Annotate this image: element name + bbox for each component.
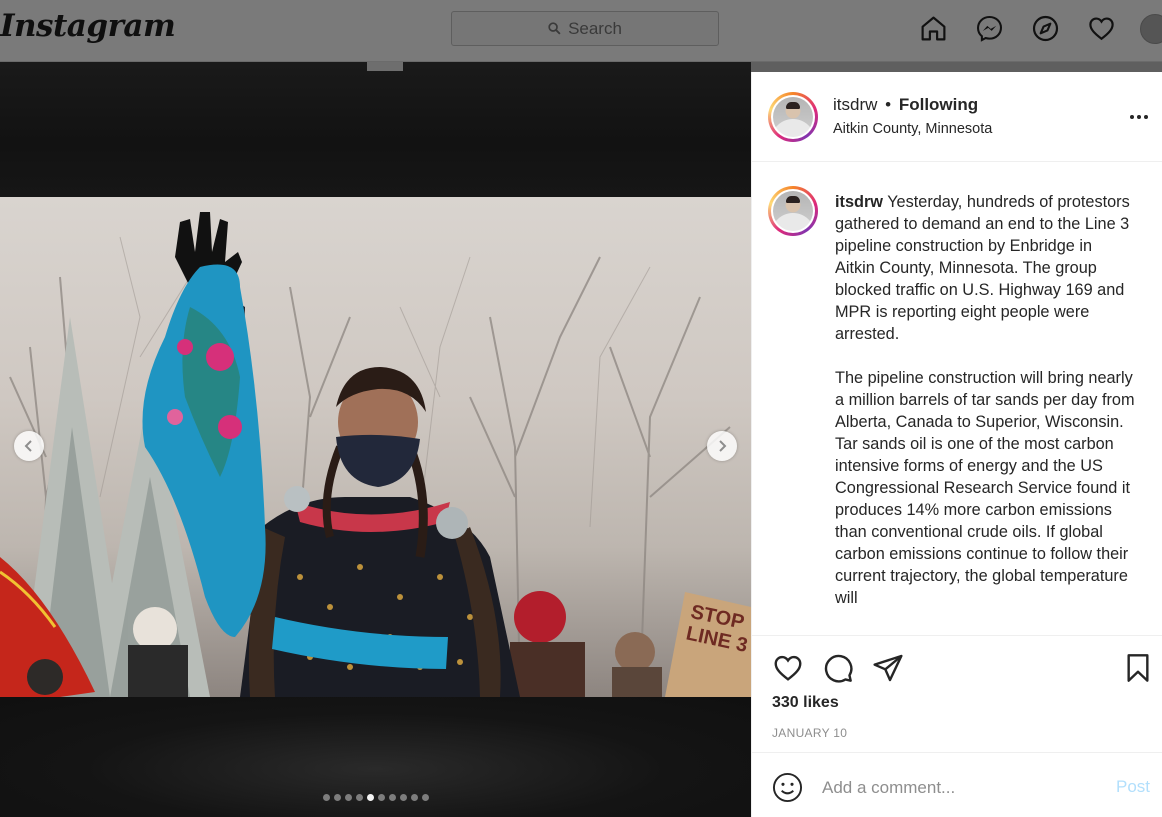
- photo-backdrop-top: [0, 62, 751, 197]
- post-photo: STOP LINE 3: [0, 197, 751, 697]
- emoji-icon[interactable]: [772, 772, 803, 803]
- carousel-dot: [355, 794, 363, 801]
- carousel-dot: [377, 794, 385, 801]
- bookmark-icon: [1127, 654, 1149, 682]
- carousel-dot: [410, 794, 418, 801]
- search-icon: [548, 22, 561, 35]
- heart-icon: [774, 655, 802, 681]
- comment-input[interactable]: [822, 775, 1102, 801]
- post-header: itsdrw • Following Aitkin County, Minnes…: [752, 72, 1162, 162]
- post-actions: 330 likes JANUARY 10: [752, 635, 1162, 753]
- instagram-post-modal: Instagram Search STOP LINE 3 itsdrw • Fo…: [0, 0, 1162, 817]
- post-comment-button[interactable]: Post: [1116, 777, 1150, 797]
- carousel-dot: [388, 794, 396, 801]
- separator-dot: •: [885, 95, 892, 114]
- post-media: STOP LINE 3: [0, 62, 751, 817]
- add-comment-bar: Post: [752, 752, 1162, 817]
- carousel-dot: [399, 794, 407, 801]
- profile-avatar[interactable]: [1140, 14, 1162, 44]
- post-caption: itsdrw Yesterday, hundreds of protestors…: [835, 191, 1135, 631]
- protest-photo-illustration: [0, 212, 751, 697]
- chevron-right-icon: [719, 440, 727, 452]
- post-details-panel: itsdrw • Following Aitkin County, Minnes…: [751, 72, 1162, 817]
- search-box[interactable]: Search: [451, 11, 719, 46]
- more-icon-dot: [1144, 115, 1148, 119]
- activity-button[interactable]: [1087, 13, 1116, 43]
- post-location[interactable]: Aitkin County, Minnesota: [833, 121, 992, 137]
- caption-username[interactable]: itsdrw: [835, 193, 883, 211]
- carousel-dot: [344, 794, 352, 801]
- more-icon-dot: [1137, 115, 1141, 119]
- more-icon-dot: [1130, 115, 1134, 119]
- carousel-indicator: [0, 794, 751, 801]
- caption-paragraph: The pipeline construction will bring nea…: [835, 369, 1135, 607]
- messenger-icon: [976, 15, 1003, 42]
- caption-text: Yesterday, hundreds of protestors gather…: [835, 193, 1130, 343]
- author-username[interactable]: itsdrw: [833, 95, 877, 114]
- caption-paragraph: itsdrw Yesterday, hundreds of protestors…: [835, 191, 1135, 345]
- comments-scroll-area[interactable]: itsdrw Yesterday, hundreds of protestors…: [752, 163, 1162, 635]
- comment-icon: [824, 654, 853, 683]
- like-button[interactable]: [772, 652, 804, 684]
- heart-icon: [1089, 17, 1114, 40]
- paper-plane-icon: [873, 654, 903, 682]
- backdrop-tab: [367, 62, 403, 71]
- author-avatar[interactable]: [768, 92, 818, 142]
- carousel-dot: [333, 794, 341, 801]
- instagram-logo[interactable]: Instagram: [0, 8, 176, 44]
- carousel-dot: [322, 794, 330, 801]
- carousel-dot: [421, 794, 429, 801]
- home-button[interactable]: [919, 13, 948, 43]
- comment-button[interactable]: [822, 652, 854, 684]
- top-nav: Instagram Search: [0, 0, 1162, 62]
- post-date[interactable]: JANUARY 10: [772, 726, 847, 740]
- carousel-prev-button[interactable]: [14, 431, 44, 461]
- like-count[interactable]: 330 likes: [772, 694, 839, 712]
- carousel-next-button[interactable]: [707, 431, 737, 461]
- caption-author-avatar[interactable]: [768, 186, 818, 236]
- more-options-button[interactable]: [1127, 105, 1151, 129]
- save-button[interactable]: [1122, 652, 1154, 684]
- author-line: itsdrw • Following: [833, 95, 978, 115]
- share-button[interactable]: [872, 652, 904, 684]
- carousel-dot: [366, 794, 374, 801]
- following-button[interactable]: Following: [899, 95, 978, 114]
- chevron-left-icon: [24, 440, 32, 452]
- explore-button[interactable]: [1031, 13, 1060, 43]
- direct-messages-button[interactable]: [975, 13, 1004, 43]
- home-icon: [921, 16, 946, 40]
- search-placeholder: Search: [568, 18, 622, 38]
- compass-icon: [1032, 15, 1059, 41]
